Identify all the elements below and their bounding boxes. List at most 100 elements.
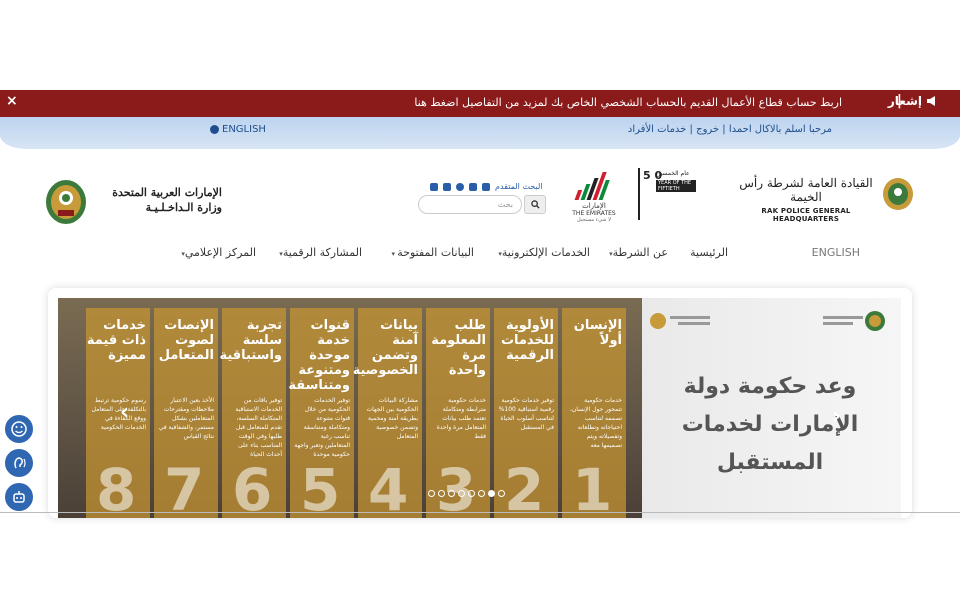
- user-links: مرحبا اسلم بالاكال احمدا | خروج | خدمات …: [628, 124, 832, 135]
- nav-open-data[interactable]: البيانات المفتوحة ▾: [392, 246, 474, 259]
- panel-title: الإنصات لصوت المتعامل: [158, 318, 214, 363]
- emirates-bars: [565, 170, 624, 200]
- principle-panel: بيانات آمنة وتضمن الخصوصية مشاركة البيان…: [353, 308, 422, 518]
- emirates-en: THE EMIRATES: [572, 210, 616, 217]
- moi-small-logo: [823, 311, 885, 331]
- search-form: بحث: [418, 195, 546, 214]
- nav-label: عن الشرطة: [612, 246, 668, 259]
- emirates-sub: لا شيء مستحيل: [577, 217, 611, 223]
- hero-slider: الإنسان أولاً خدمات حكومية تتمحور حول ال…: [48, 288, 912, 518]
- principles-panels: الإنسان أولاً خدمات حكومية تتمحور حول ال…: [58, 298, 642, 518]
- principle-panel: الأولوية للخدمات الرقمية توفير خدمات حكو…: [494, 308, 558, 518]
- viewport-divider: [0, 512, 960, 513]
- rss-icon[interactable]: [469, 182, 477, 191]
- principle-panel: الإنسان أولاً خدمات حكومية تتمحور حول ال…: [562, 308, 626, 518]
- rak-police-emblem-logo[interactable]: [882, 177, 914, 211]
- rak-ar: القيادة العامة لشرطة رأس الخيمة: [739, 176, 873, 204]
- megaphone-icon: [927, 96, 935, 106]
- nav-label: المشاركة الرقمية: [282, 246, 362, 259]
- english-link-label: ENGLISH: [222, 124, 266, 135]
- individual-services-link[interactable]: خدمات الأفراد: [628, 124, 686, 135]
- user-strip: مرحبا اسلم بالاكال احمدا | خروج | خدمات …: [0, 117, 960, 149]
- nav-digital-participation[interactable]: المشاركة الرقمية▾: [279, 246, 362, 259]
- sitemap-icon[interactable]: [430, 182, 438, 191]
- settings-icon[interactable]: [443, 182, 451, 191]
- close-icon[interactable]: ×: [6, 93, 18, 109]
- uae-small-logo: [650, 313, 710, 329]
- panel-desc: خدمات حكومية تتمحور حول الإنسان، تصممه ل…: [569, 397, 622, 449]
- panel-title: تجربة سلسة واستباقية: [219, 318, 282, 363]
- advanced-search-link[interactable]: البحث المتقدم: [495, 182, 543, 191]
- moi-line-1: الإمارات العربية المتحدة: [112, 186, 222, 199]
- slider-prev-arrow[interactable]: ‹: [120, 400, 129, 425]
- help-icon[interactable]: [456, 182, 464, 191]
- notice-separator: |: [896, 93, 902, 109]
- slide: الإنسان أولاً خدمات حكومية تتمحور حول ال…: [58, 298, 901, 518]
- rak-en: RAK POLICE GENERAL HEADQUARTERS: [761, 207, 851, 223]
- smile-icon-glyph: [11, 421, 27, 437]
- panel-number: 2: [504, 456, 545, 518]
- panel-number: 1: [572, 456, 613, 518]
- principle-panel: قنوات خدمة موحدة ومتنوعة ومتناسقة توفير …: [288, 308, 354, 518]
- principle-panel: تجربة سلسة واستباقية توفير باقات من الخد…: [219, 308, 286, 518]
- moi-emblem-logo[interactable]: [44, 178, 88, 226]
- robot-icon[interactable]: [3, 481, 35, 513]
- welcome-text: مرحبا اسلم بالاكال احمدا: [728, 124, 832, 135]
- fifty-en: YEAR OF THE FIFTIETH: [656, 180, 696, 192]
- the-emirates-logo[interactable]: الإمارات THE EMIRATES لا شيء مستحيل: [570, 170, 618, 230]
- panel-desc: توفير باقات من الخدمات الاستباقية المتكا…: [235, 397, 282, 458]
- panel-desc: الأخذ بعين الاعتبار ملاحظات ومقترحات الم…: [158, 397, 214, 440]
- slider-dot[interactable]: [448, 490, 455, 497]
- panel-number: 4: [368, 456, 409, 518]
- year-of-fifty-logo[interactable]: 5 0 عام الخمسين YEAR OF THE FIFTIETH: [638, 168, 696, 220]
- nav-label: الخدمات الإلكترونية: [501, 246, 590, 259]
- nav-about-police[interactable]: عن الشرطة▾: [609, 246, 668, 259]
- hearing-icon[interactable]: [3, 447, 35, 479]
- smile-icon[interactable]: [3, 413, 35, 445]
- nav-label: البيانات المفتوحة: [397, 246, 474, 259]
- panel-desc: مشاركة البيانات الحكومية بين الجهات بطري…: [366, 397, 419, 440]
- slider-dot[interactable]: [468, 490, 475, 497]
- rak-police-title[interactable]: القيادة العامة لشرطة رأس الخيمة RAK POLI…: [736, 176, 876, 223]
- slider-dot[interactable]: [428, 490, 435, 497]
- notice-label-text: إشعار: [887, 94, 922, 108]
- slider-dot-active[interactable]: [488, 490, 495, 497]
- nav-media-center[interactable]: المركز الإعلامي▾: [181, 246, 256, 259]
- panel-title: قنوات خدمة موحدة ومتنوعة ومتناسقة: [288, 318, 350, 393]
- english-link[interactable]: ENGLISH: [210, 124, 266, 135]
- principle-panel: طلب المعلومة مرة واحدة خدمات حكومية مترا…: [426, 308, 490, 518]
- search-button[interactable]: [524, 195, 546, 214]
- divider: [638, 168, 640, 220]
- principle-panel: خدمات ذات قيمة مميزة رسوم حكومية ترتبط ب…: [86, 308, 150, 518]
- promise-text: وعد حكومة دولة الإمارات لخدمات المستقبل: [681, 374, 859, 475]
- nav-e-services[interactable]: الخدمات الإلكترونية▾: [498, 246, 590, 259]
- logout-link[interactable]: خروج: [696, 124, 719, 135]
- side-floating-buttons: [3, 413, 37, 515]
- panel-title: الأولوية للخدمات الرقمية: [500, 318, 554, 363]
- slider-dot[interactable]: [438, 490, 445, 497]
- notice-bar: إشعار | اربط حساب قطاع الأعمال القديم با…: [0, 90, 960, 117]
- notice-message-link[interactable]: اربط حساب قطاع الأعمال القديم بالحساب ال…: [414, 96, 842, 109]
- slider-next-arrow[interactable]: ›: [832, 404, 841, 429]
- slider-dot[interactable]: [478, 490, 485, 497]
- robot-icon-glyph: [13, 491, 25, 503]
- moi-line-2: وزارة الـداخـلـيـة: [145, 201, 222, 214]
- slider-dot[interactable]: [498, 490, 505, 497]
- nav-home[interactable]: الرئيسية: [690, 246, 728, 259]
- emirates-ar: الإمارات: [582, 202, 606, 210]
- panel-number: 5: [300, 456, 341, 518]
- slider-dot[interactable]: [458, 490, 465, 497]
- page: إشعار | اربط حساب قطاع الأعمال القديم با…: [0, 0, 960, 600]
- panel-desc: خدمات حكومية مترابطة ومتكاملة تعتمد طلب …: [436, 397, 486, 440]
- panel-number: 8: [96, 456, 137, 518]
- slider-dots: [428, 490, 505, 497]
- panel-desc: توفير خدمات حكومية رقمية استباقية 100% ل…: [498, 397, 554, 431]
- government-promise-panel: وعد حكومة دولة الإمارات لخدمات المستقبل: [642, 298, 901, 518]
- panel-title: خدمات ذات قيمة مميزة: [86, 318, 146, 363]
- search-input[interactable]: بحث: [418, 195, 522, 214]
- nav-english[interactable]: ENGLISH: [812, 246, 860, 259]
- panel-number: 3: [436, 456, 477, 518]
- print-icon[interactable]: [482, 182, 490, 191]
- notice-label: إشعار: [888, 94, 938, 108]
- panel-desc: توفير الخدمات الحكومية من خلال قنوات متن…: [294, 397, 350, 458]
